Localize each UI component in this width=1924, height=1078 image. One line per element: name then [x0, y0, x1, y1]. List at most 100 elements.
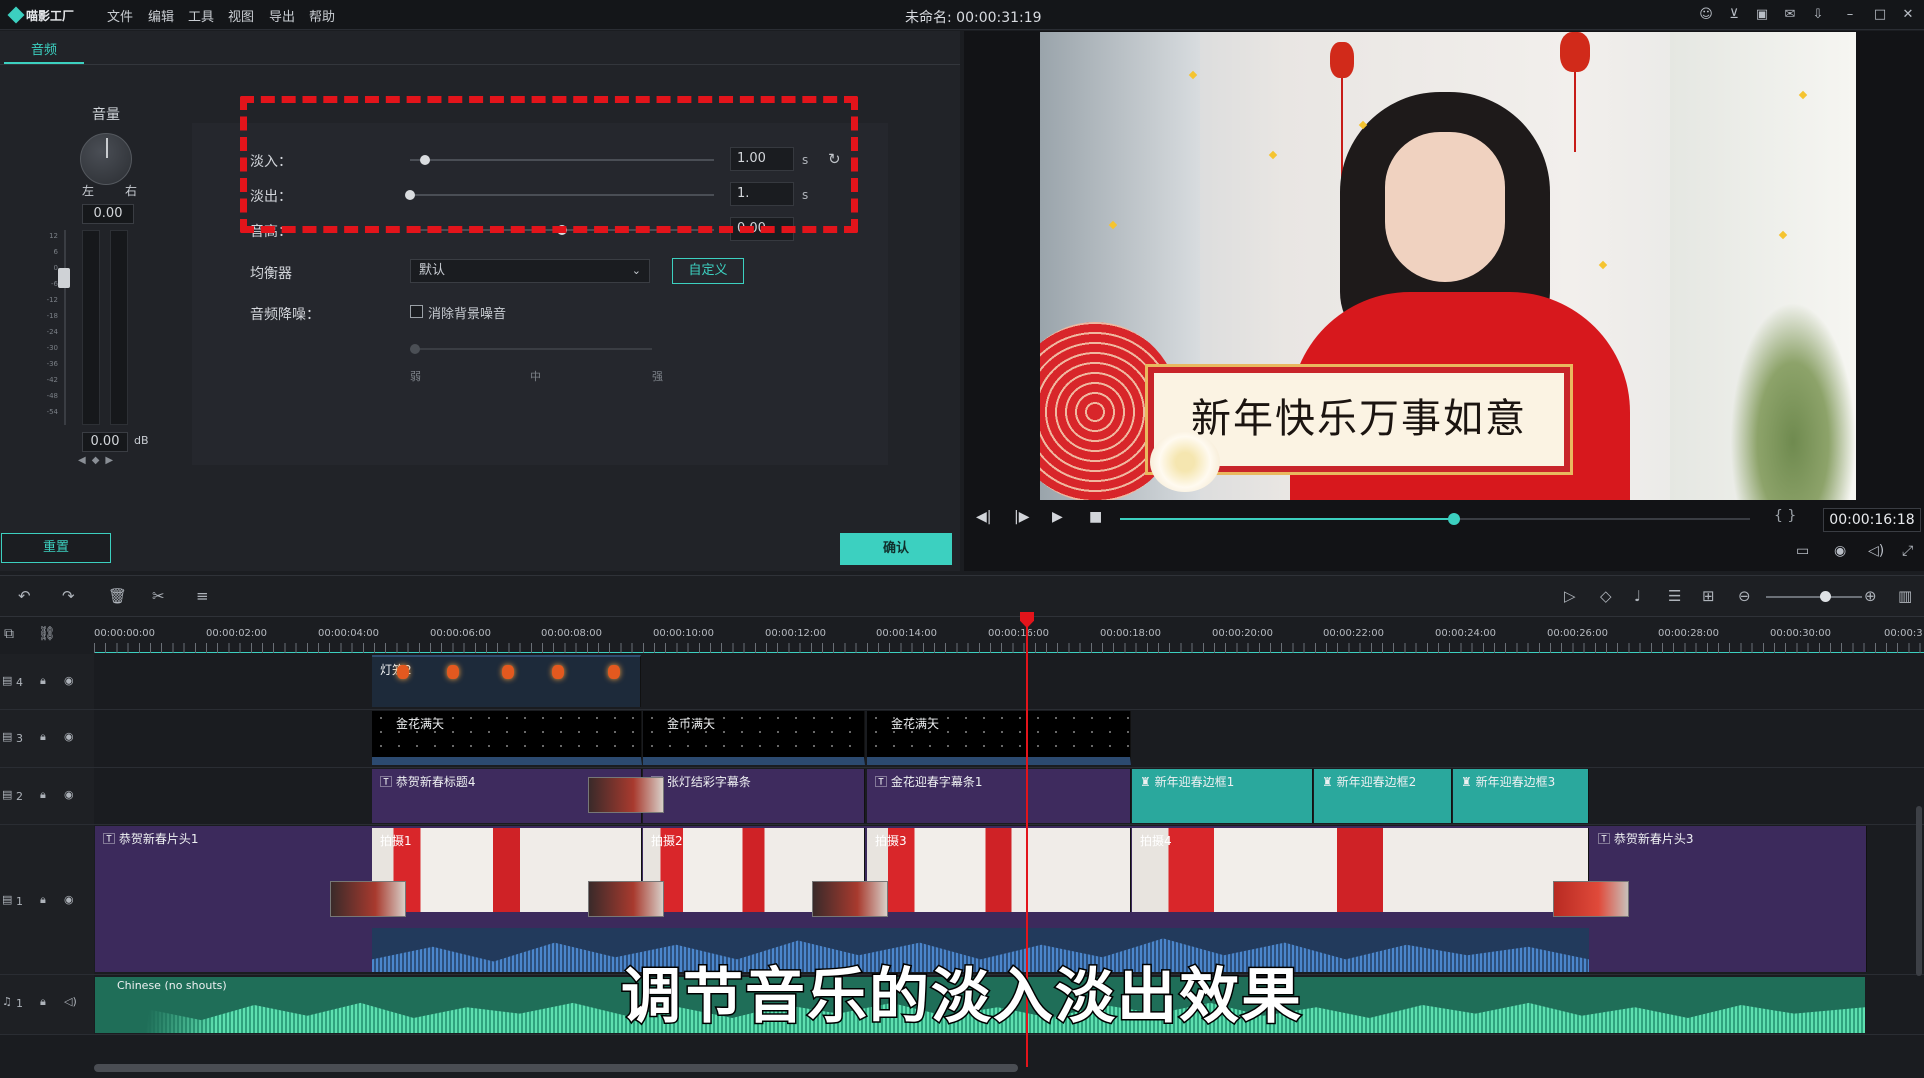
tab-divider	[0, 64, 960, 65]
clip-label-text: 金花迎春字幕条1	[890, 775, 983, 789]
menu-edit[interactable]: 编辑	[148, 6, 174, 25]
pan-value-field[interactable]: 0.00	[82, 204, 134, 224]
lantern-icon	[447, 665, 459, 679]
transition-thumbnail[interactable]	[588, 881, 664, 917]
menu-help[interactable]: 帮助	[309, 6, 335, 25]
video-clip-thumbnails[interactable]: 拍摄3	[867, 828, 1131, 912]
timeline-clip[interactable]: 🅃 金花迎春字幕条1	[867, 769, 1131, 823]
menu-export[interactable]: 导出	[269, 6, 295, 25]
snapshot-icon[interactable]: ◉	[1834, 543, 1846, 559]
lock-icon[interactable]: 🔒︎	[40, 674, 46, 688]
transition-thumbnail[interactable]	[812, 881, 888, 917]
lock-icon[interactable]: 🔒︎	[40, 893, 46, 907]
render-icon[interactable]: ▷	[1564, 587, 1576, 605]
track-header-video-2: ▤ 2 🔒︎ ◉	[0, 768, 94, 825]
denoise-strength-slider[interactable]	[410, 348, 652, 350]
cart-icon[interactable]: ⊻	[1726, 7, 1742, 23]
zoom-slider-thumb[interactable]	[1820, 591, 1831, 602]
play-icon[interactable]: ▶	[1052, 509, 1063, 525]
timeline-clip[interactable]: ♜ 新年迎春边框1	[1132, 769, 1313, 823]
transition-thumbnail[interactable]	[1553, 881, 1629, 917]
microphone-icon[interactable]: ♩	[1634, 587, 1641, 605]
user-icon[interactable]: ☺	[1698, 7, 1714, 23]
preview-plant	[1730, 302, 1856, 500]
fullscreen-icon[interactable]: ⤢	[1902, 543, 1913, 559]
link-icon[interactable]: ⛓	[38, 626, 56, 642]
timeline-clip[interactable]: ♜ 新年迎春边框3	[1453, 769, 1589, 823]
level-meter-left	[82, 230, 100, 425]
zoom-in-icon[interactable]: ⊕	[1864, 587, 1877, 605]
mail-icon[interactable]: ✉	[1782, 7, 1798, 23]
menu-view[interactable]: 视图	[228, 6, 254, 25]
fit-icon[interactable]: ⊞	[1702, 587, 1715, 605]
timeline-horizontal-scrollbar[interactable]	[94, 1064, 1018, 1072]
play-pause-icon[interactable]: |▶	[1014, 509, 1029, 525]
preview-progress-fill	[1120, 518, 1454, 520]
layout-icon[interactable]: ▥	[1898, 587, 1912, 605]
mark-in-out-icon[interactable]: { }	[1774, 508, 1796, 524]
ruler-label: 00:00:14:00	[876, 628, 938, 639]
display-settings-icon[interactable]: ▭	[1796, 543, 1809, 559]
logo-icon	[7, 6, 25, 24]
eye-icon[interactable]: ◉	[64, 893, 74, 906]
volume-icon[interactable]: ◁)	[1868, 543, 1884, 559]
add-track-icon[interactable]: ⧉	[4, 626, 14, 642]
menu-tools[interactable]: 工具	[188, 6, 214, 25]
redo-icon[interactable]: ↷	[62, 587, 75, 605]
ruler-label: 00:00:08:00	[541, 628, 603, 639]
ruler-label: 00:00:24:00	[1435, 628, 1497, 639]
eye-icon[interactable]: ◉	[64, 674, 74, 687]
keyframe-nav[interactable]: ◀◆▶	[78, 455, 119, 466]
equalizer-custom-button[interactable]: 自定义	[672, 258, 744, 284]
pan-knob[interactable]	[80, 133, 132, 185]
cut-icon[interactable]: ✂	[152, 587, 165, 605]
zoom-out-icon[interactable]: ⊖	[1738, 587, 1751, 605]
ruler-label: 00:00:00:00	[94, 628, 156, 639]
timeline-clip[interactable]: 金花满天	[372, 711, 642, 765]
denoise-strength-thumb[interactable]	[410, 344, 420, 354]
confirm-button[interactable]: 确认	[840, 533, 952, 565]
logo-text: 喵影工厂	[26, 8, 75, 23]
preview-progress-thumb[interactable]	[1447, 513, 1460, 525]
undo-icon[interactable]: ↶	[18, 587, 31, 605]
equalizer-select[interactable]: 默认 ⌄	[410, 259, 650, 283]
reset-button[interactable]: 重置	[1, 533, 111, 563]
delete-icon[interactable]: 🗑	[108, 587, 127, 605]
eye-icon[interactable]: ◉	[64, 788, 74, 801]
volume-value-field[interactable]: 0.00	[82, 432, 128, 452]
transition-thumbnail[interactable]	[330, 881, 406, 917]
zoom-slider[interactable]	[1766, 596, 1862, 598]
denoise-checkbox-label[interactable]: 消除背景噪音	[428, 303, 506, 322]
video-clip-thumbnails[interactable]: 拍摄4	[1132, 828, 1589, 912]
adjust-icon[interactable]: ≡	[196, 587, 209, 605]
transition-thumbnail[interactable]	[588, 777, 664, 813]
volume-slider-track[interactable]	[64, 230, 66, 425]
lock-icon[interactable]: 🔒︎	[40, 788, 46, 802]
timeline-clip[interactable]: 灯笼2	[372, 655, 641, 707]
clip-label: 🅃 恭贺新春片头1	[103, 830, 198, 847]
eye-icon[interactable]: ◉	[64, 730, 74, 743]
volume-slider-thumb[interactable]	[58, 268, 70, 288]
lantern-icon	[552, 665, 564, 679]
clip-label: 金花满天	[396, 717, 445, 731]
menu-file[interactable]: 文件	[107, 6, 133, 25]
prev-frame-icon[interactable]: ◀|	[976, 509, 991, 525]
timeline-clip[interactable]: ♜ 新年迎春边框2	[1314, 769, 1452, 823]
timeline-clip[interactable]: 🅃 张灯结彩字幕条	[643, 769, 865, 823]
maximize-icon[interactable]: □	[1872, 7, 1888, 23]
download-icon[interactable]: ⇩	[1810, 7, 1826, 23]
timeline-clip[interactable]: 金花满天	[867, 711, 1131, 765]
preview-video-frame[interactable]: 新年快乐万事如意	[1040, 32, 1856, 500]
stop-icon[interactable]: ■	[1089, 509, 1102, 525]
denoise-checkbox[interactable]	[410, 305, 423, 318]
marker-icon[interactable]: ◇	[1600, 587, 1612, 605]
minimize-icon[interactable]: –	[1842, 7, 1858, 23]
film-icon: ▤	[2, 893, 13, 906]
close-icon[interactable]: ✕	[1900, 7, 1916, 23]
timeline-vertical-scrollbar[interactable]	[1916, 806, 1922, 976]
lock-icon[interactable]: 🔒︎	[40, 730, 46, 744]
tab-audio[interactable]: 音频	[4, 40, 84, 64]
audio-mixer-icon[interactable]: ☰	[1668, 587, 1681, 605]
timeline-clip[interactable]: 金币满天	[643, 711, 865, 765]
save-icon[interactable]: ▣	[1754, 7, 1770, 23]
